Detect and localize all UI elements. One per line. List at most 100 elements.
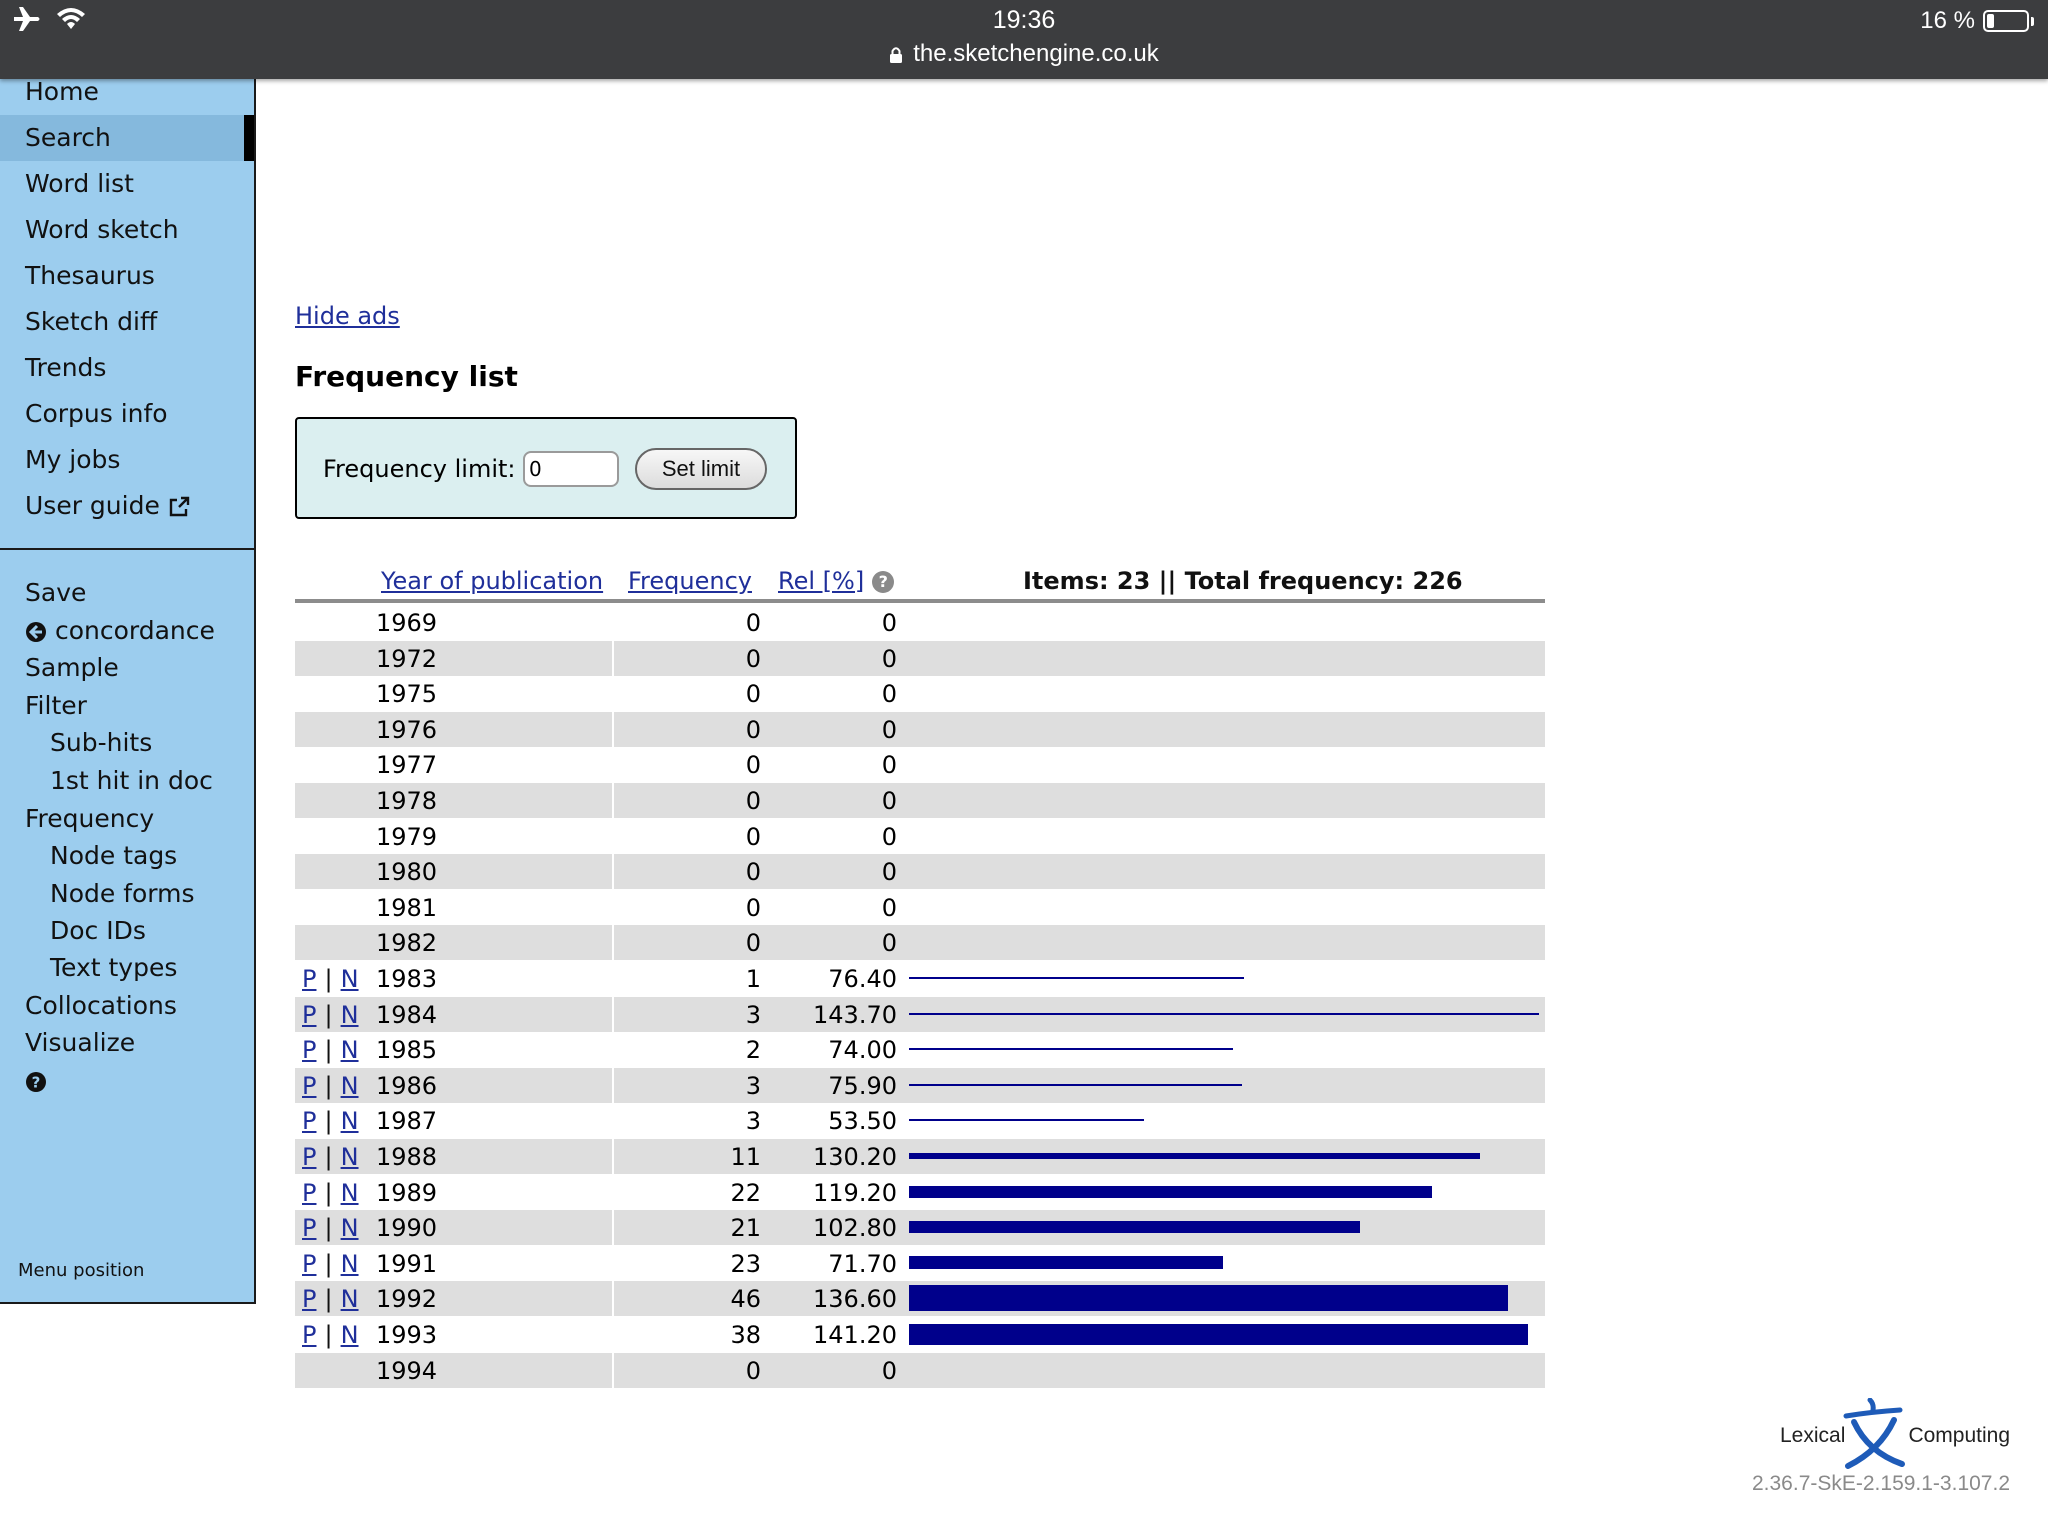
- pn-separator: |: [324, 1249, 333, 1278]
- sidebar-item-corpus-info[interactable]: Corpus info: [0, 391, 254, 437]
- positive-filter-link[interactable]: P: [302, 1143, 316, 1171]
- rel-cell: 0: [881, 751, 897, 780]
- save-action[interactable]: Save: [25, 575, 86, 611]
- sidebar-item-search[interactable]: Search: [0, 115, 254, 161]
- sidebar-item-label: Thesaurus: [25, 261, 155, 290]
- table-row: P | N 1986 3 75.90: [295, 1067, 1545, 1103]
- positive-filter-link[interactable]: P: [302, 1321, 316, 1349]
- set-limit-button[interactable]: Set limit: [635, 448, 767, 490]
- pn-links: P | N: [302, 1285, 359, 1313]
- version-string: 2.36.7-SkE-2.159.1-3.107.2: [1751, 1472, 2010, 1495]
- frequency-bar: [909, 1153, 1480, 1159]
- positive-filter-link[interactable]: P: [302, 1250, 316, 1278]
- pn-separator: |: [324, 1071, 333, 1100]
- pn-separator: |: [324, 1107, 333, 1136]
- frequency-limit-label: Frequency limit:: [323, 455, 516, 483]
- table-row: P | N 1989 22 119.20: [295, 1175, 1545, 1210]
- menu-position-toggle[interactable]: Menu position: [18, 1260, 144, 1281]
- address-bar[interactable]: the.sketchengine.co.uk: [0, 40, 2048, 71]
- pn-links: P | N: [302, 1214, 359, 1242]
- node-forms-action[interactable]: Node forms: [50, 876, 195, 912]
- column-divider: [612, 1139, 614, 1174]
- year-cell: 1975: [376, 680, 438, 709]
- pn-links: P | N: [302, 1143, 359, 1171]
- sidebar-item-sketch-diff[interactable]: Sketch diff: [0, 299, 254, 345]
- sidebar-item-label: Search: [25, 123, 111, 152]
- positive-filter-link[interactable]: P: [302, 1214, 316, 1242]
- pn-links: P | N: [302, 1250, 359, 1278]
- positive-filter-link[interactable]: P: [302, 1285, 316, 1313]
- negative-filter-link[interactable]: N: [341, 1285, 359, 1313]
- rel-cell: 0: [881, 680, 897, 709]
- frequency-limit-input[interactable]: [523, 451, 619, 487]
- column-header-frequency[interactable]: Frequency: [628, 567, 752, 595]
- rel-cell: 119.20: [813, 1178, 897, 1207]
- frequency-cell: 46: [730, 1285, 761, 1314]
- sidebar-item-my-jobs[interactable]: My jobs: [0, 437, 254, 483]
- hide-ads-link[interactable]: Hide ads: [295, 302, 400, 330]
- pn-links: P | N: [302, 1036, 359, 1064]
- node-tags-action[interactable]: Node tags: [50, 838, 177, 874]
- table-row: P | N 1993 38 141.20: [295, 1317, 1545, 1352]
- negative-filter-link[interactable]: N: [341, 1036, 359, 1064]
- sidebar: Home Search Word list Word sketch Thesaurus S…: [0, 77, 256, 1304]
- year-cell: 1969: [376, 609, 438, 637]
- pn-links: P | N: [302, 1321, 359, 1349]
- doc-ids-action[interactable]: Doc IDs: [50, 913, 146, 949]
- help-button[interactable]: ?: [25, 1063, 47, 1099]
- positive-filter-link[interactable]: P: [302, 1107, 316, 1135]
- first-hit-action[interactable]: 1st hit in doc: [50, 763, 213, 799]
- rel-cell: 0: [881, 609, 897, 637]
- year-cell: 1994: [376, 1356, 438, 1385]
- table-row: 1977 0 0: [295, 747, 1545, 782]
- sample-action[interactable]: Sample: [25, 650, 119, 686]
- negative-filter-link[interactable]: N: [341, 1143, 359, 1171]
- column-divider: [612, 1281, 614, 1317]
- positive-filter-link[interactable]: P: [302, 1179, 316, 1207]
- frequency-limit-form: Frequency limit: Set limit: [295, 417, 797, 519]
- year-cell: 1991: [376, 1249, 438, 1278]
- sidebar-item-word-list[interactable]: Word list: [0, 161, 254, 207]
- negative-filter-link[interactable]: N: [341, 1179, 359, 1207]
- filter-action[interactable]: Filter: [25, 688, 87, 724]
- column-divider: [612, 1352, 614, 1388]
- negative-filter-link[interactable]: N: [341, 1250, 359, 1278]
- sidebar-item-trends[interactable]: Trends: [0, 345, 254, 391]
- back-to-concordance[interactable]: concordance: [25, 613, 215, 649]
- rel-cell: 130.20: [813, 1143, 897, 1171]
- table-row: 1975 0 0: [295, 676, 1545, 711]
- positive-filter-link[interactable]: P: [302, 1001, 316, 1029]
- negative-filter-link[interactable]: N: [341, 965, 359, 993]
- table-row: P | N 1991 23 71.70: [295, 1246, 1545, 1281]
- text-types-action[interactable]: Text types: [50, 950, 177, 986]
- positive-filter-link[interactable]: P: [302, 965, 316, 993]
- negative-filter-link[interactable]: N: [341, 1321, 359, 1349]
- year-cell: 1988: [376, 1143, 438, 1171]
- frequency-cell: 38: [730, 1321, 761, 1349]
- frequency-cell: 0: [745, 787, 761, 815]
- frequency-bar: [909, 1119, 1144, 1122]
- items-summary: Items: 23 || Total frequency: 226: [1023, 567, 1463, 595]
- frequency-action[interactable]: Frequency: [25, 801, 154, 837]
- column-header-rel-link[interactable]: Rel [%]: [778, 567, 864, 595]
- negative-filter-link[interactable]: N: [341, 1001, 359, 1029]
- sidebar-item-user-guide[interactable]: User guide: [0, 483, 254, 529]
- negative-filter-link[interactable]: N: [341, 1107, 359, 1135]
- pn-links: P | N: [302, 1001, 359, 1029]
- rel-cell: 0: [881, 1356, 897, 1385]
- help-icon[interactable]: ?: [872, 571, 895, 593]
- positive-filter-link[interactable]: P: [302, 1072, 316, 1100]
- visualize-action[interactable]: Visualize: [25, 1025, 135, 1061]
- sidebar-item-word-sketch[interactable]: Word sketch: [0, 207, 254, 253]
- year-cell: 1979: [376, 822, 438, 851]
- pn-separator: |: [324, 1321, 333, 1349]
- negative-filter-link[interactable]: N: [341, 1214, 359, 1242]
- negative-filter-link[interactable]: N: [341, 1072, 359, 1100]
- collocations-action[interactable]: Collocations: [25, 988, 177, 1024]
- sub-hits-action[interactable]: Sub-hits: [50, 725, 152, 761]
- positive-filter-link[interactable]: P: [302, 1036, 316, 1064]
- page-title: Frequency list: [295, 360, 518, 393]
- sidebar-item-thesaurus[interactable]: Thesaurus: [0, 253, 254, 299]
- year-cell: 1992: [376, 1285, 438, 1314]
- column-header-year[interactable]: Year of publication: [381, 567, 603, 595]
